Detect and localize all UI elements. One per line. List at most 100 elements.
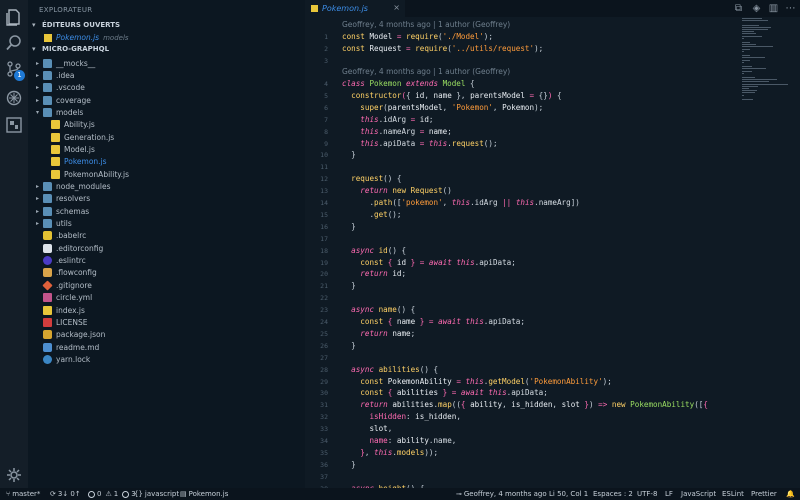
sync-indicator[interactable]: ⟳ 3↓ 0↑ <box>50 488 81 500</box>
tree-file[interactable]: Generation.js <box>44 131 114 143</box>
code-line[interactable]: 8 this.nameArg = name; <box>305 126 740 138</box>
gear-icon[interactable] <box>5 466 23 484</box>
encoding[interactable]: UTF-8 <box>637 488 657 500</box>
language-id-indicator[interactable]: {} javascript <box>134 488 179 500</box>
more-actions-icon[interactable]: ⋯ <box>785 3 796 14</box>
code-line[interactable]: 18 async id() { <box>305 245 740 257</box>
branch-indicator[interactable]: ⑂ master* <box>6 488 40 500</box>
tree-file[interactable]: LICENSE <box>36 316 87 328</box>
tree-folder[interactable]: ▸ .idea <box>36 69 74 81</box>
extensions-icon[interactable] <box>5 116 23 134</box>
code-line[interactable]: 7 this.idArg = id; <box>305 114 740 126</box>
close-icon[interactable]: × <box>393 3 400 12</box>
indentation[interactable]: Espaces : 2 <box>593 488 633 500</box>
code-token: } <box>442 388 452 398</box>
code-line[interactable]: 34 name: ability.name, <box>305 435 740 447</box>
code-line[interactable]: 29 const PokemonAbility = this.getModel(… <box>305 376 740 388</box>
code-line[interactable]: 20 return id; <box>305 268 740 280</box>
code-line[interactable]: 9 this.apiData = this.request(); <box>305 138 740 150</box>
codelens-blame[interactable]: Geoffrey, 4 months ago | 1 author (Geoff… <box>342 67 510 76</box>
code-line[interactable]: 21 } <box>305 280 740 292</box>
tree-folder[interactable]: ▸ schemas <box>36 205 89 217</box>
minimap[interactable] <box>742 18 790 100</box>
code-line[interactable]: 36 } <box>305 459 740 471</box>
tree-file[interactable]: readme.md <box>36 341 99 353</box>
code-line[interactable]: 31 return abilities.map(({ ability, is_h… <box>305 399 740 411</box>
language-mode[interactable]: JavaScript <box>681 488 716 500</box>
code-line[interactable]: 24 const { name } = await this.apiData; <box>305 316 740 328</box>
tree-file[interactable]: Model.js <box>44 143 95 155</box>
code-line[interactable]: 15 .get(); <box>305 209 740 221</box>
code-line[interactable]: 27 <box>305 352 740 364</box>
code-line[interactable]: 28 async abilities() { <box>305 364 740 376</box>
tree-folder[interactable]: ▸ __mocks__ <box>36 57 95 69</box>
git-compare-icon[interactable]: ◈ <box>751 3 762 14</box>
tree-file[interactable]: Ability.js <box>44 119 95 131</box>
code-line[interactable]: 13 return new Request() <box>305 185 740 197</box>
code-line[interactable]: 11 <box>305 161 740 173</box>
code-line[interactable]: 32 isHidden: is_hidden, <box>305 411 740 423</box>
cursor-position[interactable]: Li 50, Col 1 <box>549 488 588 500</box>
current-file-indicator[interactable]: ▤ Pokemon.js <box>180 488 228 500</box>
tree-file[interactable]: Pokemon.js <box>44 156 107 168</box>
search-icon[interactable] <box>5 34 23 52</box>
tree-folder[interactable]: ▸ coverage <box>36 94 91 106</box>
code-line[interactable]: 22 <box>305 292 740 304</box>
tree-file[interactable]: package.json <box>36 329 105 341</box>
code-line[interactable]: 14 .path(['pokemon', this.idArg || this.… <box>305 197 740 209</box>
tree-folder[interactable]: ▸ .vscode <box>36 82 85 94</box>
code-line[interactable]: 12 request() { <box>305 173 740 185</box>
minimap-line <box>742 26 771 28</box>
code-line[interactable]: 2 const Request = require('../utils/reque… <box>305 43 740 55</box>
tab-pokemon-js[interactable]: Pokemon.js × <box>305 0 405 17</box>
blame-indicator[interactable]: ⊸ Geoffrey, 4 months ago <box>456 488 547 500</box>
code-line[interactable]: 35 }, this.models)); <box>305 447 740 459</box>
git-icon <box>42 280 53 291</box>
tree-folder[interactable]: ▸ utils <box>36 218 72 230</box>
eslint-status[interactable]: ESLint <box>722 488 744 500</box>
tree-file[interactable]: .eslintrc <box>36 255 86 267</box>
code-line[interactable]: 26 } <box>305 340 740 352</box>
debug-icon[interactable] <box>5 89 23 107</box>
info-icon <box>122 490 130 498</box>
code-line[interactable]: 16 } <box>305 221 740 233</box>
project-header[interactable]: ▾ MICRO-GRAPHQL <box>32 45 109 53</box>
line-code: } <box>342 459 356 471</box>
tree-file[interactable]: .editorconfig <box>36 242 103 254</box>
code-line[interactable]: 25 return name; <box>305 328 740 340</box>
code-view[interactable]: Geoffrey, 4 months ago | 1 author (Geoff… <box>305 18 740 493</box>
tree-file[interactable]: PokemonAbility.js <box>44 168 129 180</box>
code-line[interactable]: 6 super(parentsModel, 'Pokemon', Pokemon… <box>305 102 740 114</box>
code-line[interactable]: 23 async name() { <box>305 304 740 316</box>
tree-file[interactable]: .gitignore <box>36 279 92 291</box>
tree-file[interactable]: .flowconfig <box>36 267 97 279</box>
code-line[interactable]: 1 const Model = require('./Model'); <box>305 31 740 43</box>
code-line[interactable]: 17 <box>305 233 740 245</box>
code-line[interactable]: 3 <box>305 55 740 67</box>
tree-file[interactable]: yarn.lock <box>36 353 90 365</box>
end-of-line[interactable]: LF <box>665 488 673 500</box>
open-changes-icon[interactable]: ⧉ <box>733 3 744 14</box>
tree-folder[interactable]: ▸ node_modules <box>36 181 110 193</box>
open-editor-item[interactable]: Pokemon.js models <box>44 33 129 42</box>
files-icon[interactable] <box>5 8 23 26</box>
code-line[interactable]: 30 const { abilities } = await this.apiD… <box>305 387 740 399</box>
tree-folder[interactable]: ▸ resolvers <box>36 193 90 205</box>
tree-folder[interactable]: ▾ models <box>36 106 83 118</box>
tree-file[interactable]: circle.yml <box>36 292 92 304</box>
open-editors-header[interactable]: ▾ ÉDITEURS OUVERTS <box>32 21 120 29</box>
split-editor-icon[interactable]: ▥ <box>768 3 779 14</box>
code-line[interactable]: 19 const { id } = await this.apiData; <box>305 257 740 269</box>
code-token: = <box>419 126 429 136</box>
code-line[interactable]: 33 slot, <box>305 423 740 435</box>
problems-indicator[interactable]: 0 ⚠ 1 3 <box>86 488 136 500</box>
codelens-blame[interactable]: Geoffrey, 4 months ago | 1 author (Geoff… <box>342 20 510 29</box>
prettier-status[interactable]: Prettier <box>751 488 777 500</box>
notifications-icon[interactable]: 🔔 <box>786 488 795 500</box>
code-line[interactable]: 10 } <box>305 149 740 161</box>
tree-file[interactable]: index.js <box>36 304 85 316</box>
code-line[interactable]: 4 class Pokemon extends Model { <box>305 78 740 90</box>
tree-file[interactable]: .babelrc <box>36 230 86 242</box>
code-line[interactable]: 37 <box>305 471 740 483</box>
code-line[interactable]: 5 constructor({ id, name }, parentsModel… <box>305 90 740 102</box>
